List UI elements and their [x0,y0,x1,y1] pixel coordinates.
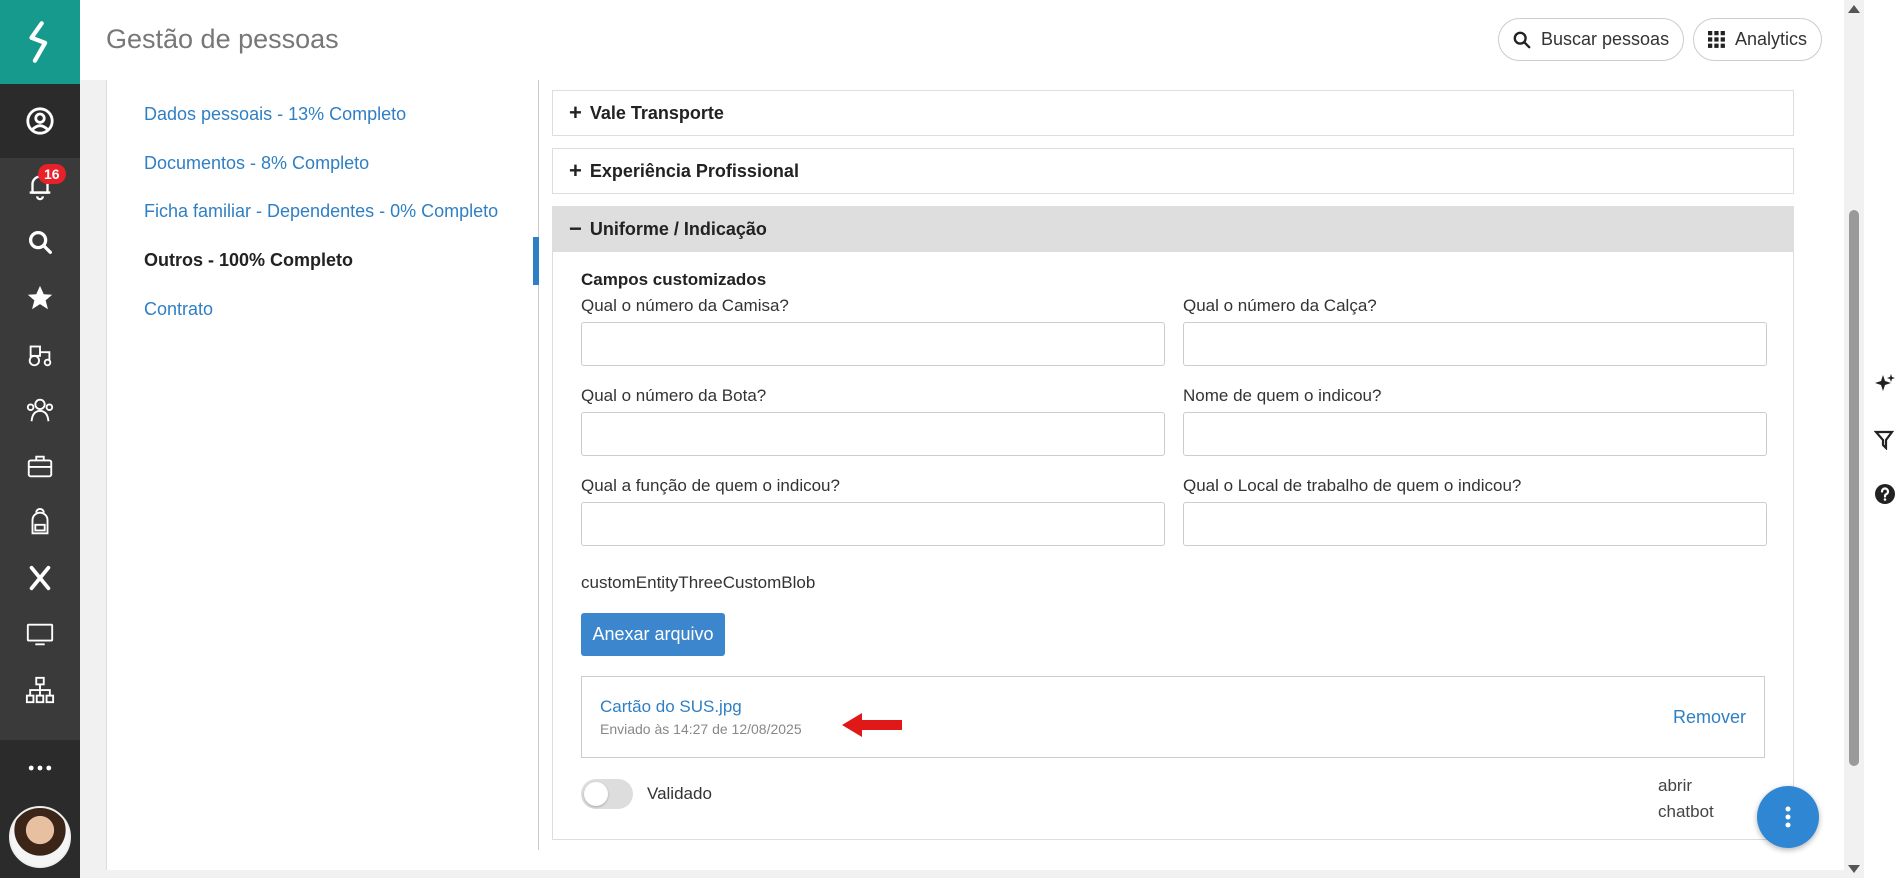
camisa-input[interactable] [581,322,1165,366]
main-panel: Dados pessoais - 13% Completo Documentos… [106,80,1844,870]
search-nav-button[interactable] [0,214,80,270]
search-icon [28,230,52,254]
custom-fields-title: Campos customizados [581,270,767,289]
app-sidebar: 16 [0,0,80,878]
close-x-icon [29,565,51,591]
section-label: Experiência Profissional [589,160,799,181]
brand-logo[interactable] [0,0,80,84]
field-label-indicou-funcao: Qual a função de quem o indicou? [581,476,840,495]
search-people-button[interactable]: Buscar pessoas [1498,18,1685,61]
search-icon [1513,31,1531,48]
org-chart-button[interactable] [0,662,80,718]
announcement-icon[interactable] [1874,428,1896,450]
attached-file-link[interactable]: Cartão do SUS.jpg [600,697,742,717]
section-body-uniforme: Campos customizados Qual o número da Cam… [552,252,1794,840]
attached-file-meta: Enviado às 14:27 de 12/08/2025 [600,721,802,737]
chatbot-image-alt[interactable]: abrir chatbot [1658,773,1714,825]
field-label-calca: Qual o número da Calça? [1183,296,1377,315]
analytics-button[interactable]: Analytics [1693,18,1823,61]
tractor-icon [28,345,52,367]
chatbot-alt-line1: abrir [1658,776,1693,795]
analytics-label: Analytics [1735,29,1808,49]
expand-plus-icon: + [569,158,582,183]
validated-toggle[interactable] [581,779,633,809]
expand-plus-icon: + [569,100,582,125]
vertical-dots-icon [1785,806,1791,828]
page-scrollbar[interactable] [1844,0,1864,878]
attached-file-card: Cartão do SUS.jpg Enviado às 14:27 de 12… [581,676,1765,758]
org-chart-icon [25,676,55,704]
more-menu-button[interactable] [0,740,80,796]
user-profile-button[interactable] [0,84,80,158]
nav-ficha-familiar[interactable]: Ficha familiar - Dependentes - 0% Comple… [144,201,498,222]
top-header: Gestão de pessoas Buscar pessoas Analyti… [80,0,1844,80]
blob-field-label: customEntityThreeCustomBlob [581,573,816,592]
grid-icon [1708,31,1725,48]
brand-logo-icon [29,21,48,63]
section-label: Vale Transporte [589,102,724,123]
favorites-button[interactable] [0,270,80,326]
field-label-indicou-nome: Nome de quem o indicou? [1183,386,1382,405]
calca-input[interactable] [1183,322,1767,366]
section-experiencia-profissional[interactable]: + Experiência Profissional [552,148,1794,194]
nav-contrato[interactable]: Contrato [144,299,213,320]
scroll-down-arrow[interactable] [1848,865,1860,873]
nav-documentos[interactable]: Documentos - 8% Completo [144,153,369,174]
tools-module-button[interactable] [0,550,80,606]
indicou-funcao-input[interactable] [581,502,1165,546]
scrollbar-thumb[interactable] [1849,210,1859,766]
team-icon [26,398,54,422]
backpack-icon [31,507,49,535]
avatar [9,806,71,868]
section-label: Uniforme / Indicação [589,218,767,239]
notification-badge: 16 [38,164,66,184]
support-avatar-button[interactable] [0,796,80,878]
star-icon [27,285,53,310]
indicou-local-input[interactable] [1183,502,1767,546]
profile-sections-nav: Dados pessoais - 13% Completo Documentos… [107,80,539,850]
nav-outros[interactable]: Outros - 100% Completo [144,250,353,271]
collapse-minus-icon: − [569,216,582,241]
field-label-indicou-local: Qual o Local de trabalho de quem o indic… [1183,476,1522,495]
section-uniforme-indicacao[interactable]: − Uniforme / Indicação [552,206,1794,252]
right-toolbar [1864,0,1904,878]
ai-sparkle-icon[interactable] [1874,373,1896,395]
learning-module-button[interactable] [0,494,80,550]
section-vale-transporte[interactable]: + Vale Transporte [552,90,1794,136]
dashboard-module-button[interactable] [0,606,80,662]
field-label-camisa: Qual o número da Camisa? [581,296,789,315]
briefcase-icon [27,455,53,478]
monitor-icon [26,623,54,646]
notifications-button[interactable]: 16 [0,158,80,214]
jobs-module-button[interactable] [0,438,80,494]
scroll-up-arrow[interactable] [1848,5,1860,13]
remove-file-link[interactable]: Remover [1673,707,1746,728]
validated-label: Validado [647,784,712,803]
bota-input[interactable] [581,412,1165,456]
people-module-button[interactable] [0,382,80,438]
active-indicator [533,237,539,285]
nav-dados-pessoais[interactable]: Dados pessoais - 13% Completo [144,104,406,125]
search-people-label: Buscar pessoas [1541,29,1670,49]
agro-module-button[interactable] [0,326,80,382]
more-dots-icon [28,765,52,771]
indicou-nome-input[interactable] [1183,412,1767,456]
user-circle-icon [26,107,54,135]
red-arrow-icon [842,713,902,737]
field-label-bota: Qual o número da Bota? [581,386,767,405]
page-title: Gestão de pessoas [106,24,339,54]
help-icon[interactable] [1874,483,1896,505]
floating-menu-button[interactable] [1757,786,1819,848]
chatbot-alt-line2: chatbot [1658,802,1714,821]
attach-file-button[interactable]: Anexar arquivo [581,613,725,656]
